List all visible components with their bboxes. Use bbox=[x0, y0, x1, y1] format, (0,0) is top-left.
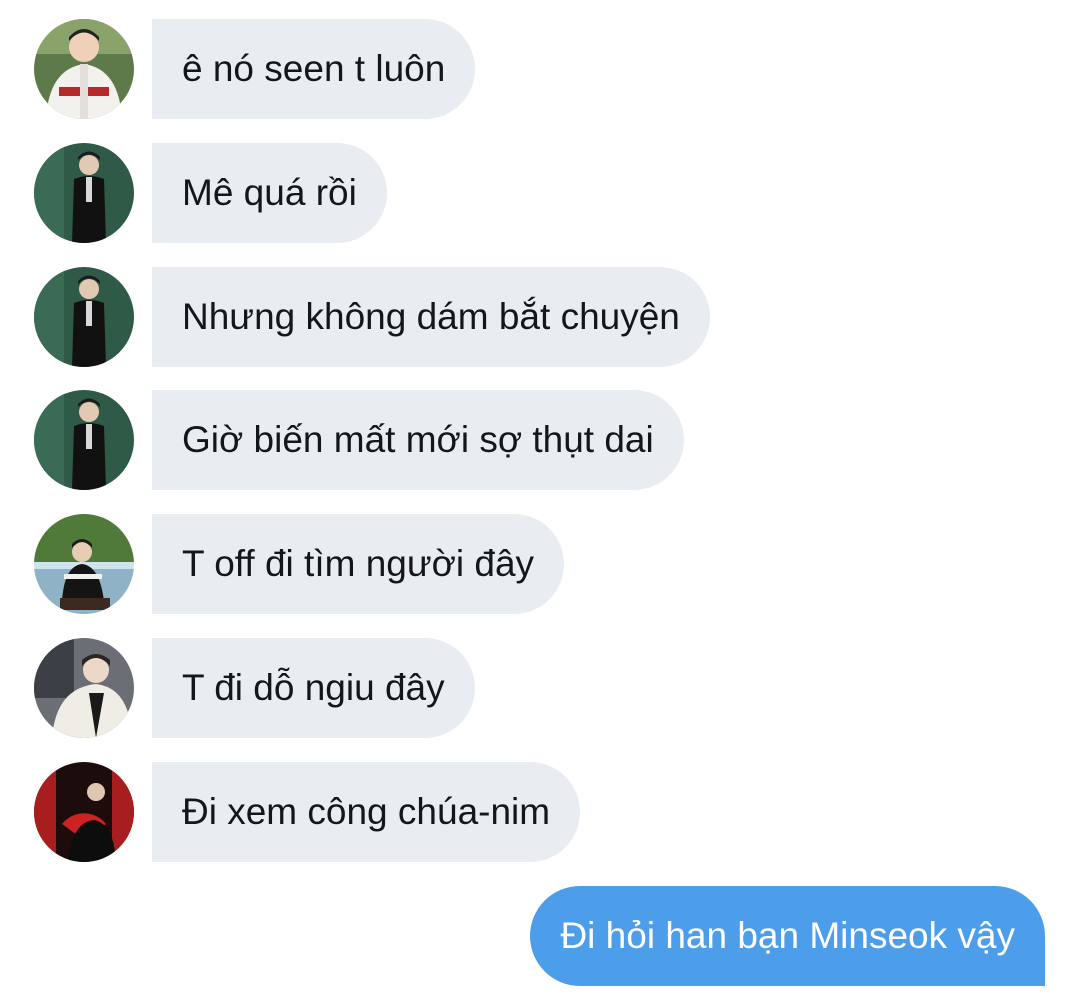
message-bubble-incoming[interactable]: Nhưng không dám bắt chuyện bbox=[152, 267, 710, 367]
avatar-black-suit[interactable] bbox=[34, 143, 134, 243]
message-bubble-incoming[interactable]: Mê quá rồi bbox=[152, 143, 387, 243]
message-bubble-outgoing[interactable]: Đi hỏi han bạn Minseok vậy bbox=[530, 886, 1045, 986]
message-text: Nhưng không dám bắt chuyện bbox=[182, 296, 680, 337]
message-bubble-incoming[interactable]: Giờ biến mất mới sợ thụt dai bbox=[152, 390, 684, 490]
message-bubble-incoming[interactable]: T đi dỗ ngiu đây bbox=[152, 638, 475, 738]
message-text: Mê quá rồi bbox=[182, 172, 357, 213]
message-text: Đi hỏi han bạn Minseok vậy bbox=[560, 915, 1015, 956]
message-text: Giờ biến mất mới sợ thụt dai bbox=[182, 419, 654, 460]
chat-thread: ê nó seen t luôn Mê quá rồi Nhưng không … bbox=[0, 0, 1080, 1007]
avatar-fleece-jacket[interactable] bbox=[34, 638, 134, 738]
avatar-black-suit[interactable] bbox=[34, 390, 134, 490]
message-bubble-incoming[interactable]: ê nó seen t luôn bbox=[152, 19, 476, 119]
message-text: T đi dỗ ngiu đây bbox=[182, 667, 445, 708]
message-bubble-incoming[interactable]: Đi xem công chúa-nim bbox=[152, 762, 581, 862]
avatar-red-fan[interactable] bbox=[34, 762, 134, 862]
message-text: T off đi tìm người đây bbox=[182, 543, 535, 584]
avatar-baseball-jersey[interactable] bbox=[34, 19, 134, 119]
avatar-outdoor-field[interactable] bbox=[34, 514, 134, 614]
avatar-black-suit[interactable] bbox=[34, 267, 134, 367]
message-text: ê nó seen t luôn bbox=[182, 48, 446, 89]
message-bubble-incoming[interactable]: T off đi tìm người đây bbox=[152, 514, 565, 614]
message-text: Đi xem công chúa-nim bbox=[182, 791, 551, 832]
